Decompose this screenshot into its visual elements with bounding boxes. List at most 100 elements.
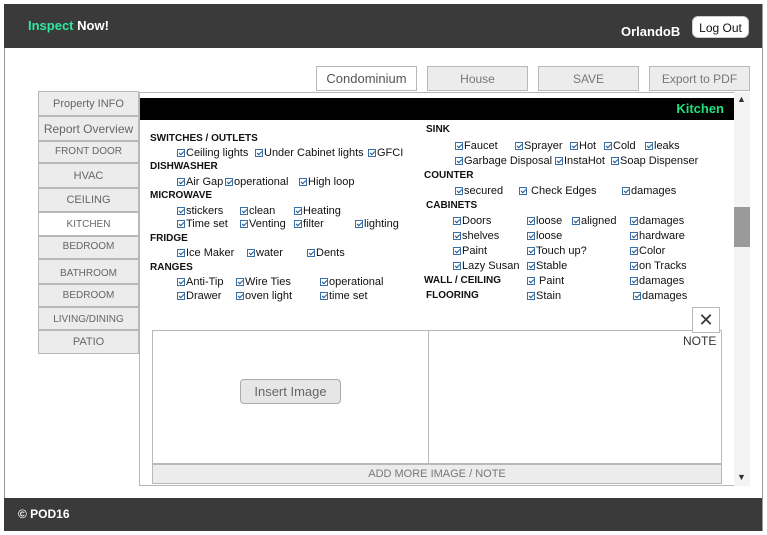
filter-checkbox[interactable]: filter	[294, 218, 324, 230]
checkbox-icon[interactable]	[611, 157, 619, 165]
doors-checkbox[interactable]: Doors	[453, 215, 491, 227]
checkbox-icon[interactable]	[455, 142, 463, 150]
checkbox-icon[interactable]	[355, 220, 363, 228]
close-icon[interactable]: ✕	[692, 307, 720, 333]
checkbox-icon[interactable]	[645, 142, 653, 150]
checkbox-icon[interactable]	[455, 157, 463, 165]
loose-2-checkbox[interactable]: loose	[527, 230, 562, 242]
wall-damages-checkbox[interactable]: damages	[630, 275, 684, 287]
export-pdf-button[interactable]: Export to PDF	[649, 66, 750, 91]
oven-light-checkbox[interactable]: oven light	[236, 290, 292, 302]
dents-checkbox[interactable]: Dents	[307, 247, 345, 259]
anti-tip-checkbox[interactable]: Anti-Tip	[177, 276, 224, 288]
checkbox-icon[interactable]	[630, 247, 638, 255]
scrollbar-thumb[interactable]	[734, 207, 750, 247]
checkbox-icon[interactable]	[455, 187, 463, 195]
cold-checkbox[interactable]: Cold	[604, 140, 636, 152]
checkbox-icon[interactable]	[515, 142, 523, 150]
sidebar-item-kitchen[interactable]: KITCHEN	[38, 212, 139, 236]
checkbox-icon[interactable]	[570, 142, 578, 150]
checkbox-icon[interactable]	[630, 217, 638, 225]
checkbox-icon[interactable]	[177, 292, 185, 300]
cabinet-damages-checkbox[interactable]: damages	[630, 215, 684, 227]
paint-checkbox[interactable]: Paint	[453, 245, 487, 257]
checkbox-icon[interactable]	[527, 217, 535, 225]
leaks-checkbox[interactable]: leaks	[645, 140, 680, 152]
insert-image-button[interactable]: Insert Image	[240, 379, 341, 404]
checkbox-icon[interactable]	[240, 207, 248, 215]
scrollbar[interactable]	[734, 92, 750, 486]
shelves-checkbox[interactable]: shelves	[453, 230, 499, 242]
soap-dispenser-checkbox[interactable]: Soap Dispenser	[611, 155, 698, 167]
checkbox-icon[interactable]	[236, 292, 244, 300]
sidebar-item-bedroom[interactable]: BEDROOM	[38, 236, 139, 259]
checkbox-icon[interactable]	[307, 249, 315, 257]
ranges-time-set-checkbox[interactable]: time set	[320, 290, 368, 302]
hot-checkbox[interactable]: Hot	[570, 140, 596, 152]
gfci-checkbox[interactable]: GFCI	[368, 147, 403, 159]
clean-checkbox[interactable]: clean	[240, 205, 275, 217]
sidebar-item-bathroom[interactable]: BATHROOM	[38, 259, 139, 284]
house-button[interactable]: House	[427, 66, 528, 91]
checkbox-icon[interactable]	[630, 277, 638, 285]
drawer-checkbox[interactable]: Drawer	[177, 290, 221, 302]
instahot-checkbox[interactable]: InstaHot	[555, 155, 605, 167]
venting-checkbox[interactable]: Venting	[240, 218, 286, 230]
checkbox-icon[interactable]	[247, 249, 255, 257]
sidebar-item-report-overview[interactable]: Report Overview	[38, 116, 139, 141]
dishwasher-operational-checkbox[interactable]: operational	[225, 176, 288, 188]
checkbox-icon[interactable]	[368, 149, 376, 157]
sidebar-item-patio[interactable]: PATIO	[38, 330, 139, 354]
checkbox-icon[interactable]	[630, 232, 638, 240]
condominium-button[interactable]: Condominium	[316, 66, 417, 91]
sprayer-checkbox[interactable]: Sprayer	[515, 140, 563, 152]
water-checkbox[interactable]: water	[247, 247, 283, 259]
faucet-checkbox[interactable]: Faucet	[455, 140, 498, 152]
checkbox-icon[interactable]	[320, 278, 328, 286]
checkbox-icon[interactable]	[555, 157, 563, 165]
air-gap-checkbox[interactable]: Air Gap	[177, 176, 223, 188]
sidebar-item-front-door[interactable]: FRONT DOOR	[38, 141, 139, 163]
color-checkbox[interactable]: Color	[630, 245, 665, 257]
checkbox-icon[interactable]	[177, 278, 185, 286]
checkbox-icon[interactable]	[177, 149, 185, 157]
checkbox-icon[interactable]	[320, 292, 328, 300]
checkbox-icon[interactable]	[527, 232, 535, 240]
checkbox-icon[interactable]	[177, 249, 185, 257]
loose-checkbox[interactable]: loose	[527, 215, 562, 227]
garbage-disposal-checkbox[interactable]: Garbage Disposal	[455, 155, 552, 167]
checkbox-icon[interactable]	[177, 207, 185, 215]
lazy-susan-checkbox[interactable]: Lazy Susan	[453, 260, 519, 272]
high-loop-checkbox[interactable]: High loop	[299, 176, 354, 188]
lighting-checkbox[interactable]: lighting	[355, 218, 399, 230]
flooring-damages-checkbox[interactable]: damages	[633, 290, 687, 302]
checkbox-icon[interactable]	[225, 178, 233, 186]
under-cabinet-checkbox[interactable]: Under Cabinet lights	[255, 147, 364, 159]
checkbox-icon[interactable]	[294, 220, 302, 228]
aligned-checkbox[interactable]: aligned	[572, 215, 616, 227]
sidebar-item-ceiling[interactable]: CEILING	[38, 188, 139, 212]
ceiling-lights-checkbox[interactable]: Ceiling lights	[177, 147, 248, 159]
checkbox-icon[interactable]	[572, 217, 580, 225]
wall-paint-checkbox[interactable]: Paint	[527, 275, 564, 287]
checkbox-icon[interactable]	[527, 247, 535, 255]
checkbox-icon[interactable]	[519, 187, 527, 195]
wire-ties-checkbox[interactable]: Wire Ties	[236, 276, 291, 288]
sidebar-item-hvac[interactable]: HVAC	[38, 163, 139, 188]
scroll-up-icon[interactable]: ▲	[737, 94, 746, 104]
checkbox-icon[interactable]	[453, 217, 461, 225]
checkbox-icon[interactable]	[177, 178, 185, 186]
ice-maker-checkbox[interactable]: Ice Maker	[177, 247, 234, 259]
sidebar-item-living-dining[interactable]: LIVING/DINING	[38, 307, 139, 330]
checkbox-icon[interactable]	[527, 262, 535, 270]
touch-up-checkbox[interactable]: Touch up?	[527, 245, 587, 257]
checkbox-icon[interactable]	[294, 207, 302, 215]
check-edges-checkbox[interactable]: Check Edges	[519, 185, 596, 197]
checkbox-icon[interactable]	[527, 277, 535, 285]
checkbox-icon[interactable]	[604, 142, 612, 150]
checkbox-icon[interactable]	[527, 292, 535, 300]
stable-checkbox[interactable]: Stable	[527, 260, 567, 272]
stain-checkbox[interactable]: Stain	[527, 290, 561, 302]
add-more-button[interactable]: ADD MORE IMAGE / NOTE	[152, 464, 722, 484]
logout-button[interactable]: Log Out	[692, 16, 749, 38]
